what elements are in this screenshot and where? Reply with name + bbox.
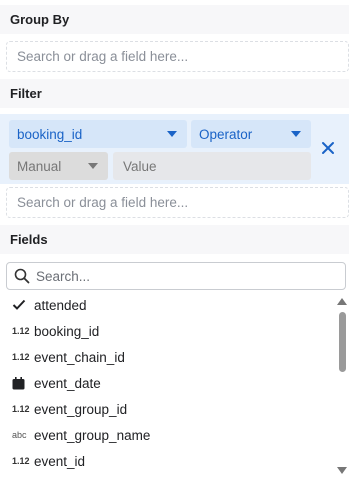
close-icon[interactable] — [320, 140, 336, 156]
chevron-down-icon — [167, 131, 177, 137]
field-item-event-date[interactable]: event_date — [0, 370, 335, 396]
filter-header: Filter — [0, 79, 349, 108]
filter-operator-select[interactable]: Operator — [191, 120, 311, 148]
number-type-icon: 1.12 — [12, 456, 30, 466]
chevron-down-icon — [88, 163, 98, 169]
field-label: event_group_name — [34, 427, 151, 443]
fields-scrollbar[interactable] — [336, 296, 348, 474]
field-item-event-chain-id[interactable]: 1.12 event_chain_id — [0, 344, 335, 370]
fields-header: Fields — [0, 225, 349, 254]
text-type-icon: abc — [12, 430, 27, 440]
number-type-icon: 1.12 — [12, 352, 30, 362]
field-item-event-group-name[interactable]: abc event_group_name — [0, 422, 335, 448]
filter-mode-select[interactable]: Manual — [9, 152, 108, 180]
fields-search[interactable] — [6, 262, 346, 290]
scrollbar-thumb[interactable] — [339, 312, 346, 372]
filter-mode-label: Manual — [17, 158, 62, 174]
field-label: attended — [34, 297, 87, 313]
filter-dropzone[interactable]: Search or drag a field here... — [6, 187, 349, 218]
field-item-booking-id[interactable]: 1.12 booking_id — [0, 318, 335, 344]
calendar-icon — [0, 376, 34, 390]
group-by-dropzone[interactable]: Search or drag a field here... — [6, 41, 349, 72]
fields-list: attended 1.12 booking_id 1.12 event_chai… — [0, 292, 335, 472]
field-label: booking_id — [34, 323, 100, 339]
filter-value-placeholder: Value — [123, 158, 157, 174]
fields-search-input[interactable] — [36, 268, 326, 284]
field-label: event_chain_id — [34, 349, 125, 365]
field-label: event_date — [34, 375, 101, 391]
filter-title: Filter — [10, 86, 42, 101]
field-label: event_group_id — [34, 401, 128, 417]
field-item-attended[interactable]: attended — [0, 292, 335, 318]
filter-operator-label: Operator — [199, 126, 253, 142]
fields-title: Fields — [10, 232, 48, 247]
number-type-icon: 1.12 — [12, 326, 30, 336]
filter-dropzone-placeholder: Search or drag a field here... — [17, 195, 189, 210]
group-by-header: Group By — [0, 5, 349, 34]
filter-field-select[interactable]: booking_id — [9, 120, 187, 148]
field-label: event_id — [34, 453, 86, 469]
field-item-event-id[interactable]: 1.12 event_id — [0, 448, 335, 474]
filter-field-label: booking_id — [17, 126, 83, 142]
number-type-icon: 1.12 — [12, 404, 30, 414]
check-icon — [0, 299, 34, 311]
group-by-dropzone-placeholder: Search or drag a field here... — [17, 49, 189, 64]
filter-value-input[interactable]: Value — [113, 152, 311, 180]
scroll-up-arrow-icon[interactable] — [337, 298, 347, 305]
field-item-event-group-id[interactable]: 1.12 event_group_id — [0, 396, 335, 422]
chevron-down-icon — [291, 131, 301, 137]
scroll-down-arrow-icon[interactable] — [337, 467, 347, 474]
group-by-title: Group By — [10, 12, 70, 27]
search-icon — [14, 268, 30, 284]
